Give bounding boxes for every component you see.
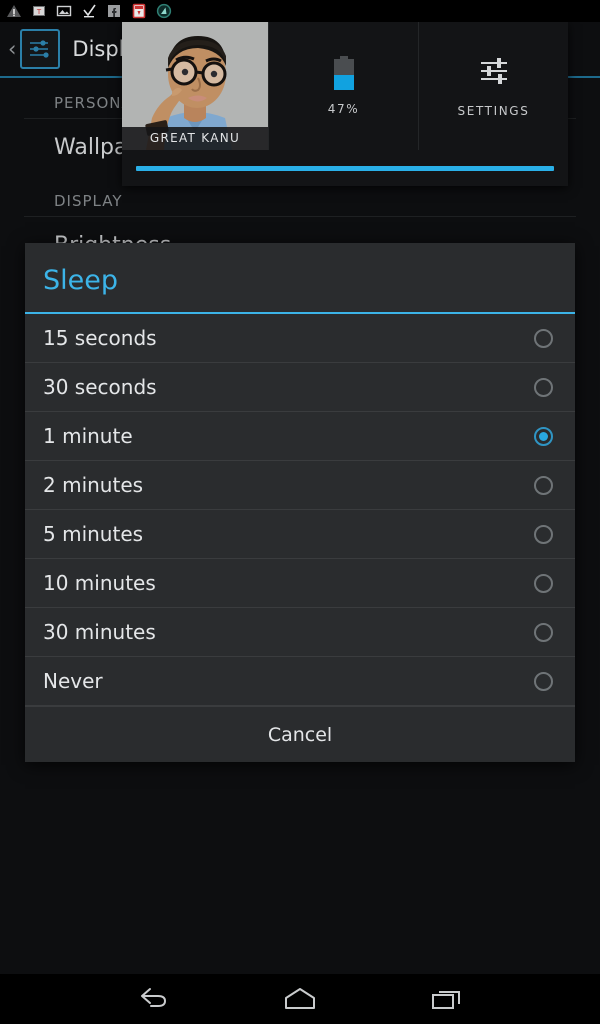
battery-percent-label: 47%: [327, 102, 360, 116]
radio-button[interactable]: [534, 475, 553, 495]
home-icon[interactable]: [270, 979, 330, 1019]
radio-button[interactable]: [534, 671, 553, 691]
sleep-option-label: 10 minutes: [43, 571, 156, 595]
pdf-icon: [131, 3, 147, 19]
sliders-icon[interactable]: [20, 29, 61, 69]
sliders-icon: [477, 54, 511, 92]
sleep-option[interactable]: 15 seconds: [25, 314, 575, 363]
radio-button[interactable]: [534, 377, 553, 397]
warning-triangle-icon: [6, 3, 22, 19]
sleep-option[interactable]: Never: [25, 657, 575, 706]
status-bar: T: [0, 0, 600, 22]
sleep-option-list: 15 seconds 30 seconds 1 minute 2 minutes 5 m…: [25, 314, 575, 706]
text-app-icon: T: [31, 3, 47, 19]
cancel-button[interactable]: Cancel: [25, 706, 575, 762]
dialog-title: Sleep: [25, 243, 575, 314]
radio-button[interactable]: [534, 426, 553, 446]
svg-text:T: T: [36, 8, 42, 16]
sleep-option[interactable]: 10 minutes: [25, 559, 575, 608]
sleep-option-label: 30 minutes: [43, 620, 156, 644]
sleep-option[interactable]: 1 minute: [25, 412, 575, 461]
shade-tiles: GREAT KANU 47% SETTINGS: [122, 22, 568, 150]
cancel-button-label: Cancel: [267, 723, 333, 746]
sleep-option-label: 30 seconds: [43, 375, 157, 399]
battery-icon: [333, 56, 354, 90]
sleep-option[interactable]: 30 minutes: [25, 608, 575, 657]
checkmark-icon: [81, 3, 97, 19]
sleep-option-label: 5 minutes: [43, 522, 144, 546]
facebook-icon: [106, 3, 122, 19]
radio-button[interactable]: [534, 573, 553, 593]
settings-tile[interactable]: SETTINGS: [419, 22, 568, 150]
settings-tile-label: SETTINGS: [457, 104, 530, 118]
opera-circle-icon: [156, 3, 172, 19]
sleep-option-label: Never: [43, 669, 103, 693]
sleep-option-label: 2 minutes: [43, 473, 144, 497]
sleep-dialog: Sleep 15 seconds 30 seconds 1 minute 2 minu…: [25, 243, 575, 762]
android-screen: ‹ Display PERSONALIZE Wallpaper DISPLAY …: [0, 0, 600, 1024]
shade-progress-bar[interactable]: [136, 165, 554, 171]
recents-icon[interactable]: [417, 979, 477, 1019]
notification-shade: GREAT KANU 47% SETTINGS: [122, 22, 568, 186]
user-name-label: GREAT KANU: [122, 127, 268, 150]
shade-footer: [122, 150, 568, 186]
sleep-option[interactable]: 30 seconds: [25, 363, 575, 412]
radio-button[interactable]: [534, 622, 553, 642]
radio-button[interactable]: [534, 328, 553, 348]
sleep-option[interactable]: 5 minutes: [25, 510, 575, 559]
user-tile[interactable]: GREAT KANU: [122, 22, 269, 150]
sleep-option-label: 1 minute: [43, 424, 133, 448]
sleep-option-label: 15 seconds: [43, 326, 157, 350]
image-icon: [56, 3, 72, 19]
back-icon[interactable]: [123, 979, 183, 1019]
navigation-bar: [0, 974, 600, 1024]
battery-tile[interactable]: 47%: [269, 22, 419, 150]
sleep-option[interactable]: 2 minutes: [25, 461, 575, 510]
radio-button[interactable]: [534, 524, 553, 544]
back-chevron-icon[interactable]: ‹: [8, 38, 16, 60]
